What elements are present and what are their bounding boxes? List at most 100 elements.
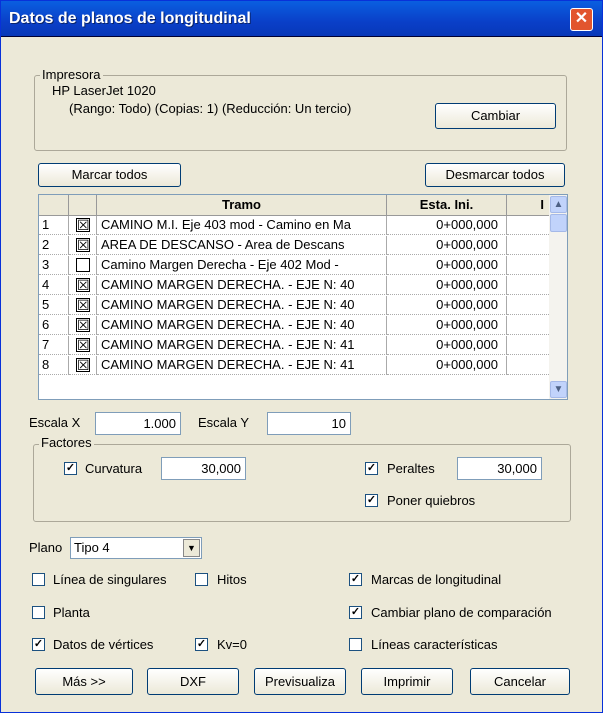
scale-y-field[interactable]: 10 [267,412,351,435]
row-esta-ini: 0+000,000 [387,356,507,375]
kv-zero-label: Kv=0 [217,637,247,652]
row-tramo[interactable]: Camino Margen Derecha - Eje 402 Mod - [97,256,387,275]
row-tramo[interactable]: CAMINO MARGEN DERECHA. - EJE N: 41 [97,356,387,375]
row-number: 7 [39,336,69,355]
row-number: 4 [39,276,69,295]
scroll-up-icon[interactable]: ▲ [550,196,567,213]
preview-button[interactable]: Previsualiza [254,668,346,695]
table-row[interactable]: 4 ☒ CAMINO MARGEN DERECHA. - EJE N: 40 0+00… [39,276,551,295]
factors-group-label: Factores [39,435,94,450]
table-row[interactable]: 2 ☒ AREA DE DESCANSO - Area de Descans 0+00… [39,236,551,255]
more-button[interactable]: Más >> [35,668,133,695]
row-tramo[interactable]: AREA DE DESCANSO - Area de Descans [97,236,387,255]
row-checkbox[interactable] [69,256,97,275]
checked-box-icon[interactable]: ☒ [76,358,90,372]
row-esta-ini: 0+000,000 [387,316,507,335]
row-number: 8 [39,356,69,375]
scale-x-field[interactable]: 1.000 [95,412,181,435]
print-button[interactable]: Imprimir [361,668,453,695]
row-tramo[interactable]: CAMINO MARGEN DERECHA. - EJE N: 40 [97,296,387,315]
cant-label: Peraltes [387,461,435,476]
curvature-checkbox[interactable]: ✓ [64,462,77,475]
row-number: 5 [39,296,69,315]
printer-details: (Rango: Todo) (Copias: 1) (Reducción: Un… [69,101,352,116]
row-extra [507,356,551,375]
table-row[interactable]: 3 Camino Margen Derecha - Eje 402 Mod -0+… [39,256,551,275]
row-extra [507,216,551,235]
plan-checkbox[interactable] [32,606,45,619]
header-esta-ini[interactable]: Esta. Ini. [387,195,507,216]
milestones-checkbox[interactable] [195,573,208,586]
row-tramo[interactable]: CAMINO MARGEN DERECHA. - EJE N: 41 [97,336,387,355]
checked-box-icon[interactable]: ☒ [76,338,90,352]
row-checkbox[interactable]: ☒ [69,216,97,235]
row-extra [507,316,551,335]
change-comparison-label: Cambiar plano de comparación [371,605,552,620]
checked-box-icon[interactable]: ☒ [76,218,90,232]
dxf-button[interactable]: DXF [147,668,239,695]
breaks-checkbox[interactable]: ✓ [365,494,378,507]
checked-box-icon[interactable]: ☒ [76,298,90,312]
window-title: Datos de planos de longitudinal [9,10,251,27]
singular-line-checkbox[interactable] [32,573,45,586]
plane-label: Plano [29,540,63,555]
header-num [39,195,69,216]
row-extra [507,256,551,275]
row-checkbox[interactable]: ☒ [69,356,97,375]
chevron-down-icon[interactable]: ▼ [183,539,200,557]
factors-group [33,444,571,522]
row-tramo[interactable]: CAMINO MARGEN DERECHA. - EJE N: 40 [97,276,387,295]
cancel-button[interactable]: Cancelar [470,668,570,695]
scroll-thumb[interactable] [550,214,567,232]
mark-all-button[interactable]: Marcar todos [38,163,181,187]
curvature-field[interactable]: 30,000 [161,457,246,480]
checked-box-icon[interactable]: ☒ [76,318,90,332]
row-checkbox[interactable]: ☒ [69,336,97,355]
cant-field[interactable]: 30,000 [457,457,542,480]
table-row[interactable]: 7 ☒ CAMINO MARGEN DERECHA. - EJE N: 41 0+00… [39,336,551,355]
row-checkbox[interactable]: ☒ [69,276,97,295]
header-check [69,195,97,216]
singular-line-label: Línea de singulares [53,572,167,587]
row-esta-ini: 0+000,000 [387,216,507,235]
close-button[interactable]: ✕ [570,8,593,31]
title-bar[interactable]: Datos de planos de longitudinal ✕ [1,1,602,37]
row-number: 1 [39,216,69,235]
table-row[interactable]: 5 ☒ CAMINO MARGEN DERECHA. - EJE N: 40 0+00… [39,296,551,315]
checked-box-icon[interactable]: ☒ [76,238,90,252]
change-printer-button[interactable]: Cambiar [435,103,556,129]
unmark-all-button[interactable]: Desmarcar todos [425,163,565,187]
dialog-window: Datos de planos de longitudinal ✕ Impres… [0,0,603,713]
plane-select[interactable]: Tipo 4 ▼ [70,537,202,559]
row-tramo[interactable]: CAMINO MARGEN DERECHA. - EJE N: 40 [97,316,387,335]
table-row[interactable]: 8 ☒ CAMINO MARGEN DERECHA. - EJE N: 41 0+00… [39,356,551,375]
row-number: 6 [39,316,69,335]
vertex-data-label: Datos de vértices [53,637,154,652]
scale-x-label: Escala X [29,415,81,430]
longitudinal-marks-checkbox[interactable]: ✓ [349,573,362,586]
unchecked-box-icon[interactable] [76,258,90,272]
table-row[interactable]: 6 ☒ CAMINO MARGEN DERECHA. - EJE N: 40 0+00… [39,316,551,335]
kv-zero-checkbox[interactable]: ✓ [195,638,208,651]
table-row[interactable]: 1 ☒ CAMINO M.I. Eje 403 mod - Camino en Ma… [39,216,551,235]
row-esta-ini: 0+000,000 [387,276,507,295]
row-checkbox[interactable]: ☒ [69,296,97,315]
sections-table[interactable]: Tramo Esta. Ini. I 1 ☒ CAMINO M.I. Eje 403… [38,194,568,400]
printer-name: HP LaserJet 1020 [52,83,156,98]
characteristic-lines-label: Líneas características [371,637,498,652]
vertex-data-checkbox[interactable]: ✓ [32,638,45,651]
checked-box-icon[interactable]: ☒ [76,278,90,292]
cant-checkbox[interactable]: ✓ [365,462,378,475]
row-checkbox[interactable]: ☒ [69,316,97,335]
plan-label: Planta [53,605,90,620]
header-extra[interactable]: I [507,195,551,216]
table-scrollbar[interactable]: ▲ ▼ [549,195,567,399]
row-esta-ini: 0+000,000 [387,296,507,315]
scroll-down-icon[interactable]: ▼ [550,381,567,398]
change-comparison-checkbox[interactable]: ✓ [349,606,362,619]
header-tramo[interactable]: Tramo [97,195,387,216]
scale-y-label: Escala Y [198,415,250,430]
characteristic-lines-checkbox[interactable] [349,638,362,651]
row-tramo[interactable]: CAMINO M.I. Eje 403 mod - Camino en Ma [97,216,387,235]
row-checkbox[interactable]: ☒ [69,236,97,255]
